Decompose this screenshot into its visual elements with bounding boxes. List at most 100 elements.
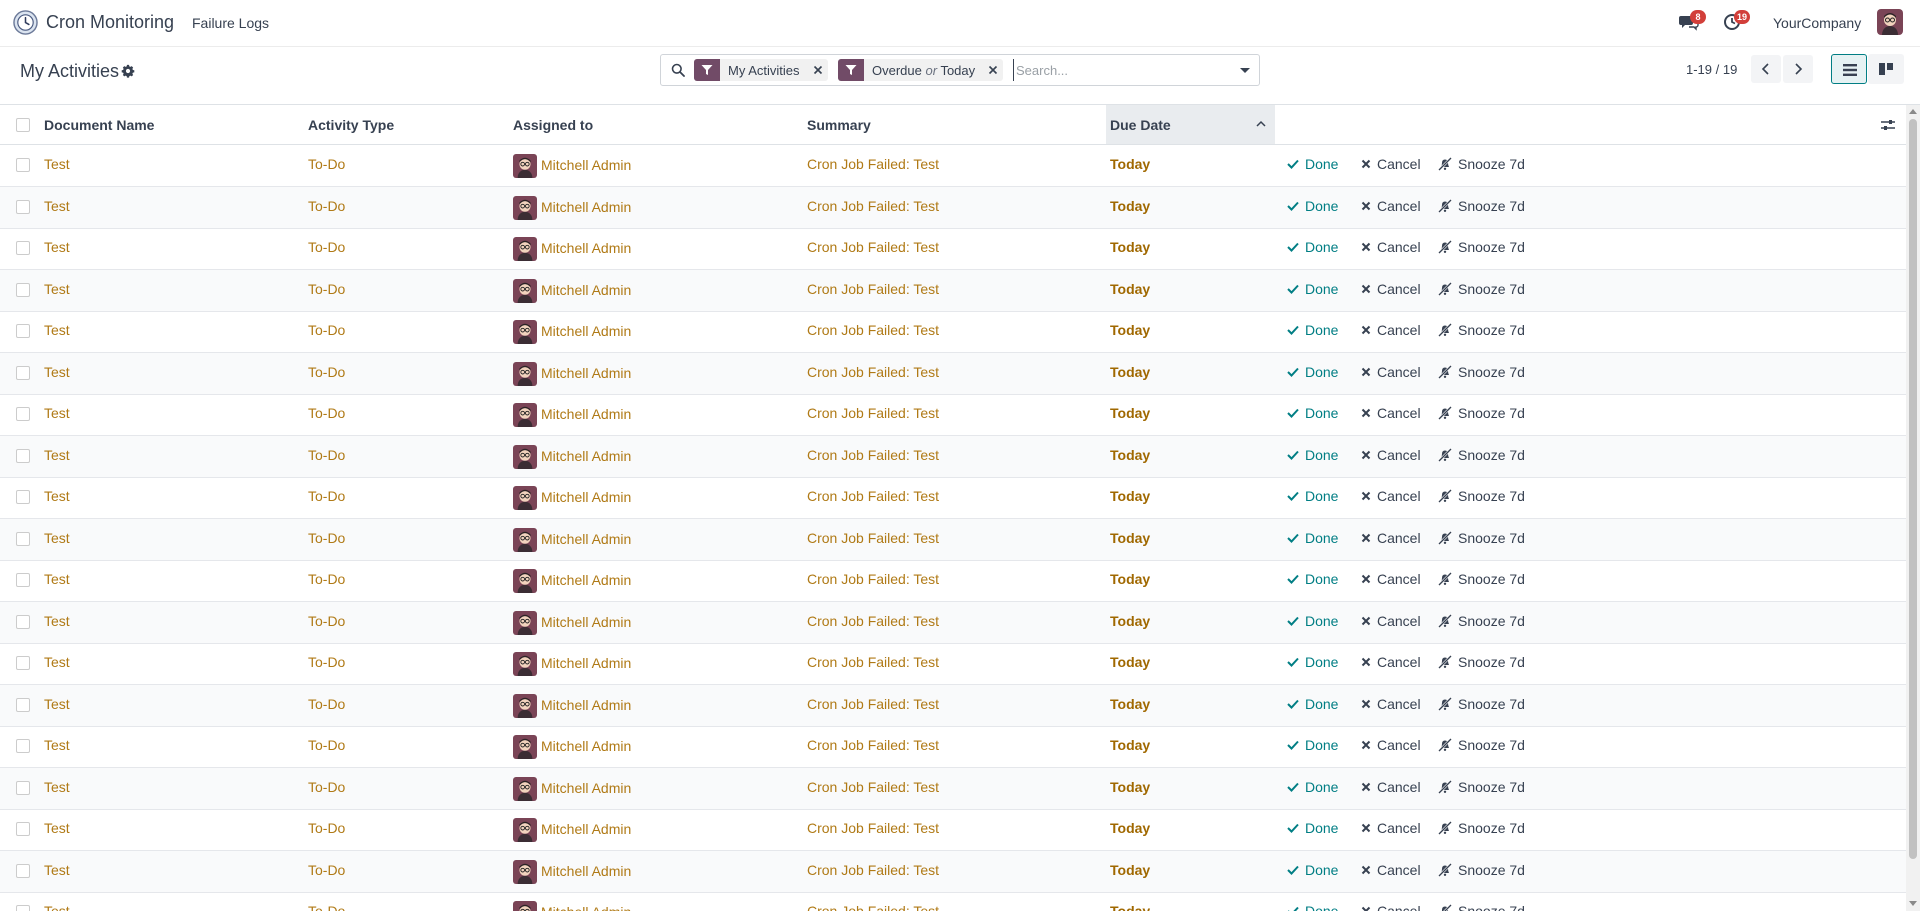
cancel-button[interactable]: Cancel (1361, 198, 1421, 214)
row-checkbox[interactable] (16, 241, 30, 255)
row-checkbox[interactable] (16, 780, 30, 795)
cancel-button[interactable]: Cancel (1361, 488, 1421, 504)
table-row[interactable]: Test To-Do Mitchell Admin Cron Job Failed: … (0, 850, 1906, 893)
activities-menu[interactable]: 19 (1723, 10, 1751, 33)
kanban-view-button[interactable] (1868, 54, 1904, 84)
row-checkbox[interactable] (16, 573, 30, 587)
row-checkbox[interactable] (16, 490, 30, 504)
cancel-button[interactable]: Cancel (1361, 737, 1421, 753)
row-checkbox[interactable] (16, 282, 30, 297)
snooze-button[interactable]: Snooze 7d (1438, 530, 1525, 546)
snooze-button[interactable]: Snooze 7d (1438, 447, 1525, 463)
cancel-button[interactable]: Cancel (1361, 820, 1421, 836)
table-row[interactable]: Test To-Do Mitchell Admin Cron Job Failed: … (0, 726, 1906, 768)
cell-document-name[interactable]: Test (44, 239, 70, 255)
cell-assigned-to[interactable]: Mitchell Admin (541, 614, 631, 630)
table-row[interactable]: Test To-Do Mitchell Admin Cron Job Failed: … (0, 684, 1906, 727)
cell-assigned-to[interactable]: Mitchell Admin (541, 572, 631, 588)
cell-assigned-to[interactable]: Mitchell Admin (541, 904, 631, 911)
cancel-button[interactable]: Cancel (1361, 654, 1421, 670)
row-checkbox[interactable] (16, 739, 30, 753)
close-icon[interactable] (983, 59, 1003, 81)
snooze-button[interactable]: Snooze 7d (1438, 737, 1525, 753)
snooze-button[interactable]: Snooze 7d (1438, 405, 1525, 421)
table-row[interactable]: Test To-Do Mitchell Admin Cron Job Failed: … (0, 518, 1906, 561)
snooze-button[interactable]: Snooze 7d (1438, 198, 1525, 214)
app-name[interactable]: Cron Monitoring (46, 12, 174, 33)
cell-assigned-to[interactable]: Mitchell Admin (541, 780, 631, 796)
done-button[interactable]: Done (1287, 737, 1338, 753)
table-row[interactable]: Test To-Do Mitchell Admin Cron Job Failed: … (0, 477, 1906, 519)
cancel-button[interactable]: Cancel (1361, 156, 1421, 172)
row-checkbox[interactable] (16, 656, 30, 670)
row-checkbox[interactable] (16, 448, 30, 463)
row-checkbox[interactable] (16, 199, 30, 214)
cancel-button[interactable]: Cancel (1361, 903, 1421, 911)
cancel-button[interactable]: Cancel (1361, 405, 1421, 421)
cell-assigned-to[interactable]: Mitchell Admin (541, 365, 631, 381)
done-button[interactable]: Done (1287, 364, 1338, 380)
cancel-button[interactable]: Cancel (1361, 862, 1421, 878)
select-all-checkbox[interactable] (16, 118, 30, 132)
table-row[interactable]: Test To-Do Mitchell Admin Cron Job Failed: … (0, 809, 1906, 851)
cell-assigned-to[interactable]: Mitchell Admin (541, 489, 631, 505)
snooze-button[interactable]: Snooze 7d (1438, 779, 1525, 795)
cell-document-name[interactable]: Test (44, 779, 70, 795)
cell-document-name[interactable]: Test (44, 530, 70, 546)
search-icon[interactable] (671, 63, 685, 77)
table-row[interactable]: Test To-Do Mitchell Admin Cron Job Failed: … (0, 186, 1906, 229)
cell-assigned-to[interactable]: Mitchell Admin (541, 697, 631, 713)
done-button[interactable]: Done (1287, 447, 1338, 463)
table-row[interactable]: Test To-Do Mitchell Admin Cron Job Failed: … (0, 643, 1906, 685)
done-button[interactable]: Done (1287, 405, 1338, 421)
cell-document-name[interactable]: Test (44, 571, 70, 587)
table-row[interactable]: Test To-Do Mitchell Admin Cron Job Failed: … (0, 767, 1906, 810)
table-row[interactable]: Test To-Do Mitchell Admin Cron Job Failed: … (0, 394, 1906, 436)
done-button[interactable]: Done (1287, 239, 1338, 255)
cell-assigned-to[interactable]: Mitchell Admin (541, 323, 631, 339)
snooze-button[interactable]: Snooze 7d (1438, 696, 1525, 712)
done-button[interactable]: Done (1287, 654, 1338, 670)
cancel-button[interactable]: Cancel (1361, 571, 1421, 587)
cell-assigned-to[interactable]: Mitchell Admin (541, 531, 631, 547)
cell-assigned-to[interactable]: Mitchell Admin (541, 863, 631, 879)
pager-value[interactable]: 1-19 / 19 (1686, 62, 1737, 77)
cell-document-name[interactable]: Test (44, 198, 70, 214)
done-button[interactable]: Done (1287, 488, 1338, 504)
snooze-button[interactable]: Snooze 7d (1438, 156, 1525, 172)
scroll-down-arrow[interactable] (1909, 901, 1917, 906)
snooze-button[interactable]: Snooze 7d (1438, 571, 1525, 587)
search-options-toggle[interactable] (1230, 54, 1260, 86)
cell-assigned-to[interactable]: Mitchell Admin (541, 282, 631, 298)
done-button[interactable]: Done (1287, 571, 1338, 587)
cell-document-name[interactable]: Test (44, 654, 70, 670)
cell-document-name[interactable]: Test (44, 862, 70, 878)
table-row[interactable]: Test To-Do Mitchell Admin Cron Job Failed: … (0, 892, 1906, 911)
done-button[interactable]: Done (1287, 862, 1338, 878)
messages-menu[interactable]: 8 (1679, 10, 1706, 33)
cancel-button[interactable]: Cancel (1361, 447, 1421, 463)
scroll-thumb[interactable] (1909, 119, 1917, 859)
column-header-activity-type[interactable]: Activity Type (308, 117, 394, 133)
cancel-button[interactable]: Cancel (1361, 364, 1421, 380)
cell-document-name[interactable]: Test (44, 364, 70, 380)
column-header-summary[interactable]: Summary (807, 117, 871, 133)
done-button[interactable]: Done (1287, 281, 1338, 297)
done-button[interactable]: Done (1287, 779, 1338, 795)
table-row[interactable]: Test To-Do Mitchell Admin Cron Job Failed: … (0, 269, 1906, 312)
cell-document-name[interactable]: Test (44, 737, 70, 753)
row-checkbox[interactable] (16, 822, 30, 836)
cancel-button[interactable]: Cancel (1361, 322, 1421, 338)
cell-document-name[interactable]: Test (44, 903, 70, 911)
cell-document-name[interactable]: Test (44, 447, 70, 463)
table-row[interactable]: Test To-Do Mitchell Admin Cron Job Failed: … (0, 145, 1906, 187)
snooze-button[interactable]: Snooze 7d (1438, 364, 1525, 380)
cancel-button[interactable]: Cancel (1361, 239, 1421, 255)
row-checkbox[interactable] (16, 905, 30, 911)
table-row[interactable]: Test To-Do Mitchell Admin Cron Job Failed: … (0, 311, 1906, 353)
row-checkbox[interactable] (16, 324, 30, 338)
list-view-button[interactable] (1831, 54, 1867, 84)
done-button[interactable]: Done (1287, 156, 1338, 172)
table-row[interactable]: Test To-Do Mitchell Admin Cron Job Failed: … (0, 601, 1906, 644)
column-header-due-date[interactable]: Due Date (1110, 117, 1171, 133)
